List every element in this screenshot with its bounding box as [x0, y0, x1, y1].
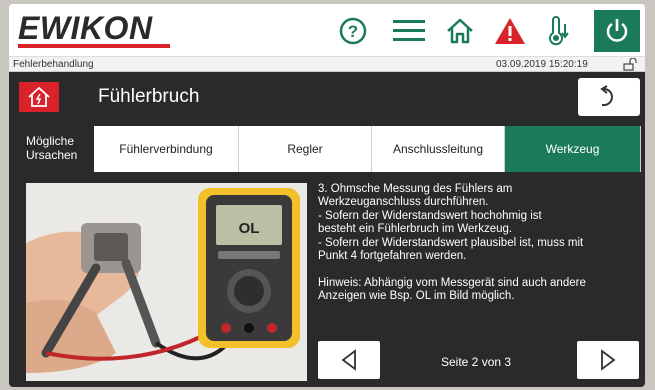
help-icon[interactable]: ?: [330, 10, 376, 52]
power-icon[interactable]: [594, 10, 640, 52]
back-arrow-icon: [600, 85, 613, 106]
previous-page-button[interactable]: [318, 341, 380, 379]
home-icon[interactable]: [437, 10, 483, 52]
meter-display: OL: [239, 220, 260, 237]
chevron-right-icon: [601, 349, 616, 371]
logo-underline: [18, 44, 170, 48]
hmi-screen: EWIKON ? Fehlerbehandlung 03.09.2019 15:…: [9, 4, 645, 387]
cause-tabs: Mögliche Ursachen Fühlerverbindung Regle…: [9, 122, 645, 175]
top-bar: EWIKON ?: [9, 4, 645, 56]
status-bar: Fehlerbehandlung 03.09.2019 15:20:19: [9, 56, 645, 72]
page-title: Fühlerbruch: [98, 86, 200, 107]
tab-regler[interactable]: Regler: [239, 126, 372, 172]
datetime: 03.09.2019 15:20:19: [496, 59, 588, 70]
causes-label-text: Mögliche Ursachen: [26, 134, 78, 162]
tab-anschlussleitung[interactable]: Anschlussleitung: [372, 126, 505, 172]
title-bar: Fühlerbruch: [9, 72, 645, 122]
svg-text:?: ?: [348, 22, 358, 41]
next-page-button[interactable]: [577, 341, 639, 379]
warning-icon[interactable]: [487, 10, 533, 52]
instruction-text: 3. Ohmsche Messung des Fühlers am Werkze…: [318, 183, 586, 303]
section-label: Fehlerbehandlung: [13, 59, 94, 70]
temperature-icon[interactable]: [535, 10, 581, 52]
tab-werkzeug[interactable]: Werkzeug: [505, 126, 641, 172]
alarm-house-icon: [19, 82, 59, 112]
multimeter-photo: OL: [26, 183, 307, 381]
ewikon-logo: EWIKON: [18, 10, 153, 46]
possible-causes-label: Mögliche Ursachen: [26, 134, 77, 162]
page-indicator: Seite 2 von 3: [441, 355, 512, 369]
menu-icon[interactable]: [386, 10, 432, 52]
content-area: OL 3. Ohmsche Messung des Fühlers am Wer…: [9, 175, 645, 387]
back-button[interactable]: [578, 78, 640, 116]
tab-fuehlerverbindung[interactable]: Fühlerverbindung: [94, 126, 239, 172]
chevron-left-icon: [341, 349, 356, 371]
